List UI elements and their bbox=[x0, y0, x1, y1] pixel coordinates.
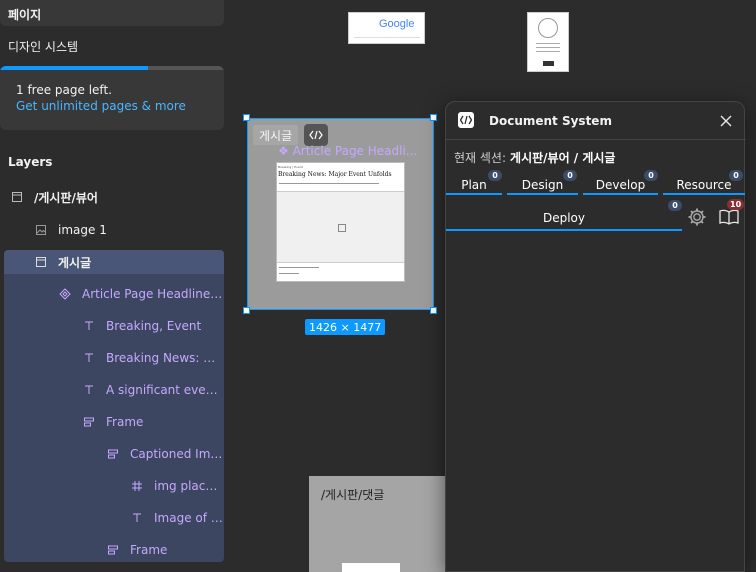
tab-deploy[interactable]: Deploy bbox=[446, 208, 682, 231]
layer-label: image 1 bbox=[58, 223, 107, 237]
layers-sidebar: 페이지 디자인 시스템 1 free page left. Get unlimi… bbox=[0, 0, 232, 572]
component-diamond-icon: ❖ bbox=[278, 144, 293, 158]
layer-row[interactable]: Frame bbox=[82, 412, 224, 432]
page-item-design-system[interactable]: 디자인 시스템 bbox=[8, 38, 78, 55]
tab-count-badge: 0 bbox=[563, 170, 577, 181]
layer-row[interactable]: Captioned Image bbox=[106, 444, 224, 464]
pages-usage-progress bbox=[0, 66, 224, 70]
comment-frame[interactable]: /게시판/댓글 bbox=[309, 476, 445, 572]
comment-frame-preview bbox=[342, 563, 400, 572]
tab-label: Deploy bbox=[542, 211, 586, 225]
component-instance-icon bbox=[58, 287, 72, 301]
image-placeholder-icon bbox=[338, 224, 346, 232]
layers-title: Layers bbox=[8, 155, 53, 169]
layer-row[interactable]: Frame bbox=[106, 540, 224, 560]
layer-label: A significant event h... bbox=[106, 383, 224, 397]
current-section-value: 게시판/뷰어 / 게시글 bbox=[510, 151, 616, 165]
auto-layout-icon bbox=[106, 447, 120, 461]
resize-handle-top-left[interactable] bbox=[243, 114, 250, 121]
current-section: 현재 섹션: 게시판/뷰어 / 게시글 bbox=[454, 149, 615, 166]
layer-row[interactable]: Breaking News: Majo... bbox=[82, 348, 224, 368]
code-icon bbox=[309, 130, 323, 140]
gear-icon bbox=[688, 208, 706, 226]
auto-layout-icon bbox=[82, 415, 96, 429]
layer-row[interactable]: A significant event h... bbox=[82, 380, 224, 400]
tab-count-badge: 0 bbox=[488, 170, 502, 181]
layer-label: Captioned Image bbox=[130, 447, 224, 461]
mini-small-text: Breaking | Event bbox=[278, 165, 303, 169]
frame-icon bbox=[10, 190, 24, 204]
settings-button[interactable] bbox=[686, 206, 708, 228]
article-page-preview: Breaking | Event Breaking News: Major Ev… bbox=[276, 162, 405, 282]
pages-usage-progress-fill bbox=[0, 66, 148, 70]
google-frame-thumbnail[interactable]: Google bbox=[348, 12, 425, 44]
panel-header: Document System bbox=[446, 102, 746, 140]
thumb-button bbox=[543, 61, 554, 66]
layer-label: Breaking, Event bbox=[106, 319, 202, 333]
layer-label: /게시판/뷰어 bbox=[34, 190, 98, 205]
layer-row-selected[interactable]: 게시글 bbox=[34, 252, 91, 272]
tab-count-badge: 0 bbox=[668, 200, 682, 211]
upgrade-link[interactable]: Get unlimited pages & more bbox=[16, 99, 186, 113]
layer-label: 게시글 bbox=[58, 255, 92, 270]
pages-header[interactable]: 페이지 bbox=[0, 0, 224, 26]
layer-label: Frame bbox=[106, 415, 144, 429]
layer-label: Article Page Headline wit... bbox=[82, 287, 224, 301]
resize-handle-bottom-left[interactable] bbox=[243, 307, 250, 314]
book-icon bbox=[719, 209, 739, 225]
layer-row[interactable]: img placeh... bbox=[130, 476, 224, 496]
tab-count-badge: 0 bbox=[729, 170, 743, 181]
thumb-line bbox=[536, 51, 560, 52]
image-icon bbox=[34, 223, 48, 237]
layer-label: Image of th... bbox=[154, 511, 224, 525]
mini-headline: Breaking News: Major Event Unfolds bbox=[278, 171, 392, 178]
document-system-plugin-panel: Document System 현재 섹션: 게시판/뷰어 / 게시글 Plan … bbox=[445, 101, 746, 572]
text-icon bbox=[82, 319, 96, 333]
thumb-line bbox=[536, 47, 560, 48]
dev-mode-code-button[interactable] bbox=[304, 124, 328, 146]
google-thumb-text: Google bbox=[379, 18, 415, 30]
text-icon bbox=[82, 351, 96, 365]
upgrade-banner: 1 free page left. Get unlimited pages & … bbox=[0, 66, 224, 130]
layer-row[interactable]: Breaking, Event bbox=[82, 316, 224, 336]
thumb-line bbox=[536, 43, 560, 44]
comment-frame-label: /게시판/댓글 bbox=[321, 488, 385, 502]
layer-row[interactable]: image 1 bbox=[34, 220, 107, 240]
frame-size-badge: 1426 × 1477 bbox=[305, 319, 386, 335]
component-label-text: Article Page Headli... bbox=[292, 144, 418, 158]
avatar-placeholder-icon bbox=[538, 18, 558, 38]
frame-icon bbox=[34, 255, 48, 269]
hash-frame-icon bbox=[130, 479, 144, 493]
panel-title: Document System bbox=[489, 114, 612, 128]
free-pages-text: 1 free page left. bbox=[16, 83, 112, 97]
auto-layout-icon bbox=[106, 543, 120, 557]
mini-text-line bbox=[279, 183, 379, 184]
layer-label: img placeh... bbox=[154, 479, 224, 493]
resize-handle-bottom-right[interactable] bbox=[430, 307, 437, 314]
resize-handle-top-right[interactable] bbox=[430, 114, 437, 121]
component-instance-label[interactable]: ❖ Article Page Headli... bbox=[278, 144, 433, 158]
current-section-label: 현재 섹션: bbox=[454, 151, 507, 165]
frame-name-label[interactable]: 게시글 bbox=[253, 125, 299, 145]
tab-count-badge: 0 bbox=[644, 170, 658, 181]
layer-row[interactable]: /게시판/뷰어 bbox=[10, 187, 98, 207]
layer-row[interactable]: Image of th... bbox=[130, 508, 224, 528]
thumb-line bbox=[354, 37, 420, 38]
layer-label: Breaking News: Majo... bbox=[106, 351, 224, 365]
mini-text-line bbox=[279, 273, 299, 274]
mini-text-line bbox=[279, 267, 319, 268]
layer-row[interactable]: Article Page Headline wit... bbox=[58, 284, 224, 304]
mini-image-placeholder bbox=[277, 191, 404, 263]
text-icon bbox=[130, 511, 144, 525]
documentation-button[interactable] bbox=[718, 208, 740, 226]
profile-frame-thumbnail[interactable] bbox=[527, 12, 569, 72]
close-icon bbox=[720, 115, 732, 127]
close-button[interactable] bbox=[718, 113, 734, 129]
pages-header-label: 페이지 bbox=[8, 8, 42, 22]
text-icon bbox=[82, 383, 96, 397]
code-icon bbox=[458, 112, 474, 128]
docs-count-badge: 10 bbox=[727, 199, 745, 210]
layer-label: Frame bbox=[130, 543, 168, 557]
